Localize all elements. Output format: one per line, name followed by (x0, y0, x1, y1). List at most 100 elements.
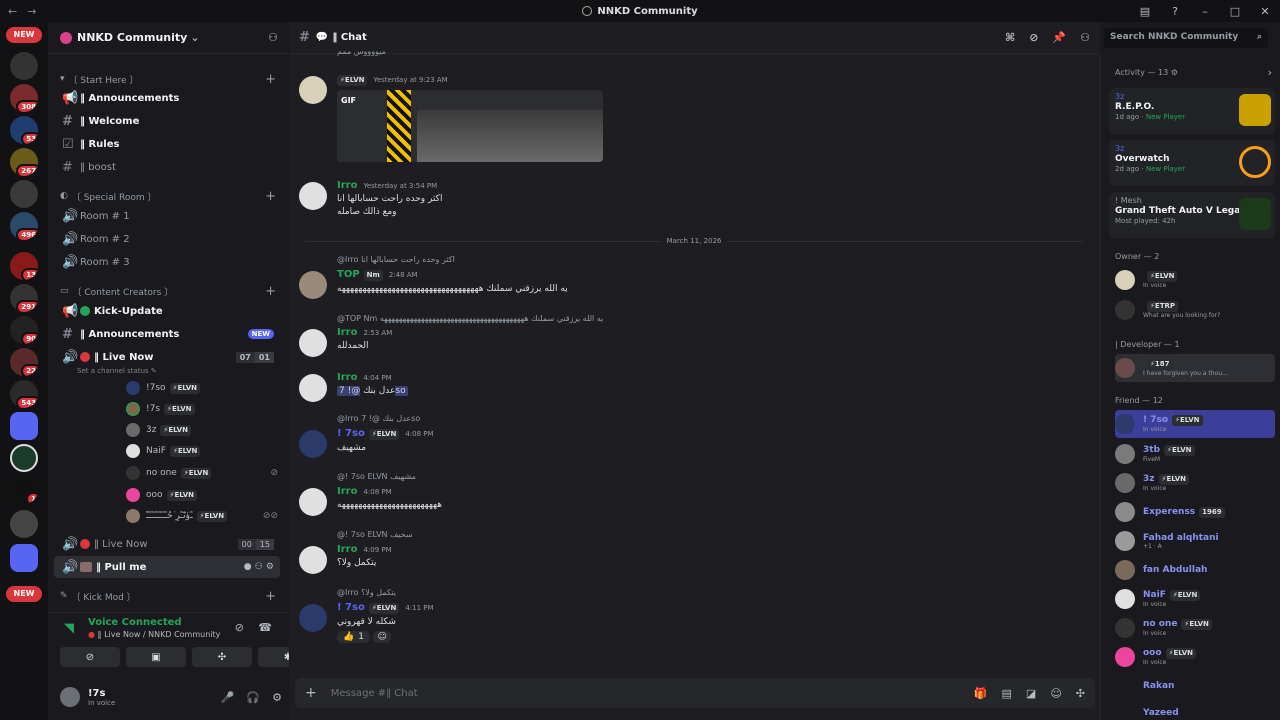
member-item[interactable]: 3tb ⚡ ELVN FiveM (1115, 440, 1275, 468)
channel-rules[interactable]: ☑ ‖ Rules (54, 133, 280, 155)
server-icon[interactable]: 291 (10, 284, 38, 312)
member-item[interactable]: Rakan (1115, 672, 1275, 700)
member-list-icon[interactable]: ⚇ (1080, 31, 1090, 44)
server-icon[interactable]: 308 (10, 84, 38, 112)
new-badge-top[interactable]: NEW (6, 27, 42, 43)
channel-room-3[interactable]: 🔊 Room # 3 (54, 251, 280, 273)
add-channel-icon[interactable]: + (265, 589, 276, 604)
server-icon[interactable]: 90 (10, 316, 38, 344)
noise-suppression-icon[interactable]: ⊘ (235, 621, 244, 634)
server-icon[interactable]: 496 (10, 212, 38, 240)
activity-card[interactable]: 3z Overwatch 2d ago · New Player (1109, 140, 1275, 186)
gif-image[interactable]: GIF (337, 90, 603, 162)
activity-card[interactable]: 3z R.E.P.O. 1d ago · New Player (1109, 88, 1275, 134)
message-composer[interactable]: + Message #‖ Chat 🎁 ▤ ◪ ☺ ✣ (295, 678, 1095, 708)
add-channel-icon[interactable]: + (265, 284, 276, 299)
member-item[interactable]: NaiF ⚡ ELVN In voice (1115, 585, 1275, 613)
reply-preview[interactable]: @TOP Nm يه الله يرزقني سملنك ههههههههههه… (337, 314, 603, 323)
reaction-thumbs-up[interactable]: 👍 1 (337, 631, 370, 643)
user-panel[interactable]: !7s In voice 🎤 🎧 ⚙ (60, 679, 282, 715)
channel-welcome[interactable]: # ‖ Welcome (54, 110, 280, 132)
member-item[interactable]: no one ⚡ ELVN In voice (1115, 614, 1275, 642)
server-header[interactable]: NNKD Community ⌄ ⚇ (48, 22, 288, 54)
add-channel-icon[interactable]: + (265, 72, 276, 87)
forward-arrow-icon[interactable]: → (27, 5, 36, 18)
inbox-icon[interactable]: ▤ (1130, 5, 1160, 18)
threads-icon[interactable]: ⌘ (1005, 31, 1015, 44)
add-reaction-icon[interactable]: ☺ (373, 631, 391, 643)
back-arrow-icon[interactable]: ← (8, 5, 17, 18)
channel-room-2[interactable]: 🔊 Room # 2 (54, 228, 280, 250)
folder-icon[interactable] (10, 544, 38, 572)
member-item[interactable]: ! 7so ⚡ ELVN In voice (1115, 410, 1275, 438)
activity-header[interactable]: Activity — 13 ⚙ (1115, 68, 1178, 77)
member-item[interactable]: Yazeed (1115, 699, 1275, 720)
gift-icon[interactable]: 🎁 (974, 687, 988, 700)
apps-icon[interactable]: ✣ (1076, 687, 1085, 700)
screen-share-button[interactable]: ▣ (126, 647, 186, 667)
add-attachment-icon[interactable]: + (305, 685, 317, 701)
x-server-icon[interactable]: 1 (10, 476, 38, 504)
channel-boost[interactable]: # ‖ boost (54, 156, 280, 178)
member-item[interactable]: 3z ⚡ ELVN In voice (1115, 469, 1275, 497)
member-item[interactable]: Experenss 1969 (1115, 498, 1275, 526)
search-input[interactable]: Search NNKD Community ⌕ (1104, 28, 1268, 48)
avatar[interactable] (299, 76, 327, 104)
pin-icon[interactable]: 📌 (1052, 31, 1066, 44)
microphone-icon[interactable]: 🎤 (221, 691, 235, 704)
member-item[interactable]: ⚡ ELVN In voice (1115, 266, 1275, 294)
voice-user[interactable]: no one ⚡ ELVN ⊘ (126, 463, 278, 483)
channel-actions[interactable]: ● ⚇ ⚙ (244, 562, 274, 572)
voice-user[interactable]: 3z ⚡ ELVN (126, 420, 278, 440)
server-icon[interactable]: 267 (10, 148, 38, 176)
sticker-icon[interactable]: ◪ (1026, 687, 1036, 700)
close-button[interactable]: ✕ (1250, 5, 1280, 18)
folder-icon[interactable] (10, 412, 38, 440)
server-icon[interactable] (10, 510, 38, 538)
avatar[interactable] (299, 182, 327, 210)
emoji-icon[interactable]: ☺ (1050, 687, 1061, 700)
avatar[interactable] (299, 329, 327, 357)
disconnect-icon[interactable]: ☎ (258, 621, 272, 634)
settings-gear-icon[interactable]: ⚙ (272, 691, 282, 704)
voice-user[interactable]: NaiF ⚡ ELVN (126, 441, 278, 461)
server-icon[interactable]: 543 (10, 380, 38, 408)
server-icon[interactable]: 53 (10, 116, 38, 144)
server-icon[interactable]: 13 (10, 252, 38, 280)
server-icon[interactable]: 22 (10, 348, 38, 376)
headphones-icon[interactable]: 🎧 (246, 691, 260, 704)
avatar[interactable] (299, 430, 327, 458)
new-badge-bottom[interactable]: NEW (6, 586, 42, 602)
reply-preview[interactable]: @Irro يتكمل ولا؟ (337, 588, 396, 597)
channel-room-1[interactable]: 🔊 Room # 1 (54, 205, 280, 227)
channel-announcements[interactable]: 📢 ‖ Announcements (54, 87, 280, 109)
channel-pull-me[interactable]: 🔊 ‖ Pull me ● ⚇ ⚙ (54, 556, 280, 578)
notification-bell-icon[interactable]: ⊘ (1029, 31, 1038, 44)
server-icon[interactable] (10, 180, 38, 208)
avatar[interactable] (299, 546, 327, 574)
voice-location[interactable]: ● ‖ Live Now / NNKD Community (88, 630, 220, 639)
member-item[interactable]: fan Abdullah (1115, 556, 1275, 584)
channel-announcements-2[interactable]: # ‖ Announcements NEW (54, 323, 280, 345)
message-input[interactable]: Message #‖ Chat (331, 688, 418, 699)
reply-preview[interactable]: @! 7so ELVN مشهيف (337, 472, 416, 481)
reply-preview[interactable]: @Irro عدل بنك @! 7so (337, 414, 420, 423)
camera-off-button[interactable]: ⊘ (60, 647, 120, 667)
category-start-here[interactable]: ▾ 〔 Start Here 〕 + (60, 71, 278, 87)
avatar[interactable] (299, 374, 327, 402)
avatar[interactable] (299, 604, 327, 632)
member-item[interactable]: ⚡ 187 I have forgiven you a thou... (1115, 354, 1275, 382)
voice-user[interactable]: !7so ⚡ ELVN (126, 378, 278, 398)
maximize-button[interactable]: □ (1220, 5, 1250, 18)
gif-picker-icon[interactable]: ▤ (1002, 687, 1012, 700)
category-content-creators[interactable]: ▭ 〔 Content Creators 〕 + (60, 283, 278, 299)
voice-user[interactable]: ooo ⚡ ELVN (126, 485, 278, 505)
channel-live-now[interactable]: 🔊 ‖ Live Now 07 01 (54, 346, 280, 368)
reply-preview[interactable]: @! 7so ELVN سحيف (337, 530, 413, 539)
category-special-room[interactable]: ◐ 〔 Special Room 〕 + (60, 188, 278, 204)
avatar[interactable] (299, 488, 327, 516)
minimize-button[interactable]: – (1190, 5, 1220, 18)
member-item[interactable]: ooo ⚡ ELVN In voice (1115, 643, 1275, 671)
member-item[interactable]: Fahad alqhtani +1 · A (1115, 527, 1275, 555)
reply-preview[interactable]: @Irro اكثر وحده راحت حسابالها انا (337, 255, 455, 264)
